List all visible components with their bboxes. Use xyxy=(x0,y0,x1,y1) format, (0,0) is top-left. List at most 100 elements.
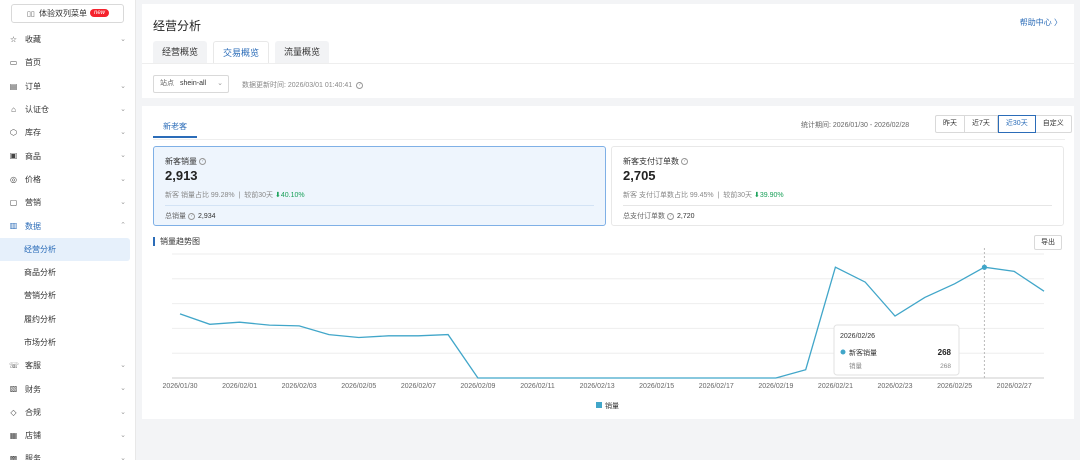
sidebar-item[interactable]: ▤ 订单 ⌄ xyxy=(0,75,136,98)
help-icon[interactable]: ? xyxy=(356,81,364,89)
sidebar-item-label: 合规 xyxy=(25,407,41,417)
x-tick-label: 2026/02/19 xyxy=(758,383,793,390)
shop-icon: ▦ xyxy=(9,431,18,441)
sidebar-subitem[interactable]: 营销分析 xyxy=(0,284,136,307)
sidebar-item-label: 商品分析 xyxy=(24,268,56,278)
site-select[interactable]: 站点 shein-all ⌄ xyxy=(153,75,229,93)
update-time: 数据更新时间: 2026/03/01 01:40:41 ? xyxy=(242,80,364,90)
sidebar-item-label: 首页 xyxy=(25,58,41,68)
sidebar-item-label: 财务 xyxy=(25,384,41,394)
update-time-text: 数据更新时间: 2026/03/01 01:40:41 xyxy=(242,82,353,89)
sidebar-item-label: 履约分析 xyxy=(24,314,56,324)
sidebar-item-label: 店铺 xyxy=(25,431,41,441)
site-value: shein-all xyxy=(180,80,207,87)
sidebar-item[interactable]: ⌂ 认证仓 ⌄ xyxy=(0,98,136,121)
tab-0[interactable]: 经营概览 xyxy=(153,41,208,63)
sidebar-item[interactable]: ☏ 客服 ⌄ xyxy=(0,354,136,377)
sidebar-item-label: 订单 xyxy=(25,81,41,91)
tooltip-row2-label: 销量 xyxy=(849,361,863,370)
x-tick-label: 2026/02/07 xyxy=(401,383,436,390)
chevron-down-icon: ⌄ xyxy=(120,105,126,113)
product-icon: ▣ xyxy=(9,151,18,161)
sidebar-item-label: 客服 xyxy=(25,361,41,371)
chevron-down-icon: ⌄ xyxy=(120,199,126,207)
sidebar-item[interactable]: ☆ 收藏 ⌄ xyxy=(0,28,136,51)
tab-bar: 经营概览 交易概览 流量概览 xyxy=(153,41,330,63)
order-icon: ▤ xyxy=(9,81,18,91)
compliance-icon: ◇ xyxy=(10,407,17,417)
dual-menu-label: 体验双列菜单 xyxy=(39,9,87,18)
sidebar-item[interactable]: ▭ 首页 xyxy=(0,51,136,74)
x-tick-label: 2026/02/15 xyxy=(639,383,674,390)
sidebar-subitem[interactable]: 商品分析 xyxy=(0,261,136,284)
tooltip-marker xyxy=(840,349,846,355)
x-tick-label: 2026/02/09 xyxy=(460,383,495,390)
chevron-down-icon: ⌄ xyxy=(120,362,126,370)
sidebar-item[interactable]: ▦ 店铺 ⌄ xyxy=(0,424,136,447)
marketing-icon: ▢ xyxy=(9,198,18,208)
tab-divider xyxy=(142,63,1074,64)
site-label: 站点 xyxy=(160,80,174,87)
chevron-down-icon: ⌄ xyxy=(120,175,126,183)
tooltip-date: 2026/02/26 xyxy=(840,333,875,340)
sidebar-subitem[interactable]: 履约分析 xyxy=(0,308,136,331)
tab-1[interactable]: 交易概览 xyxy=(213,41,270,63)
tooltip-series-value: 268 xyxy=(938,348,952,357)
warehouse-icon: ⌂ xyxy=(11,104,16,114)
chevron-down-icon: ⌄ xyxy=(120,82,126,90)
sidebar-item[interactable]: ▩ 服务 ⌄ xyxy=(0,447,136,460)
x-tick-label: 2026/02/01 xyxy=(222,383,257,390)
x-tick-label: 2026/02/13 xyxy=(580,383,615,390)
service-icon: ☏ xyxy=(9,361,20,371)
dual-menu-button[interactable]: ▯▯ 体验双列菜单 new xyxy=(11,4,124,23)
monitor-icon: ▭ xyxy=(9,58,18,68)
chevron-down-icon: ⌄ xyxy=(120,129,126,137)
sidebar-item-label: 数据 xyxy=(25,221,41,231)
chevron-down-icon: ⌄ xyxy=(120,432,126,440)
x-tick-label: 2026/02/23 xyxy=(878,383,913,390)
data-point xyxy=(981,264,988,270)
sidebar-item[interactable]: ◎ 价格 ⌄ xyxy=(0,168,136,191)
inventory-icon: ⬡ xyxy=(10,128,17,138)
legend-label: 销量 xyxy=(605,401,619,410)
sidebar-item-label: 商品 xyxy=(25,151,41,161)
sidebar-item-label: 价格 xyxy=(25,174,41,184)
tooltip-series-label: 新客销量 xyxy=(849,348,877,357)
sales-trend-chart: 2026/01/30 2026/02/01 2026/02/03 2026/02/05… xyxy=(162,248,1045,410)
tooltip-row2-value: 268 xyxy=(940,363,951,370)
x-tick-label: 2026/02/27 xyxy=(997,383,1032,390)
sidebar-item-label: 收藏 xyxy=(25,35,41,45)
sidebar-item-label: 经营分析 xyxy=(24,244,56,254)
sidebar-item[interactable]: ⬡ 库存 ⌄ xyxy=(0,121,136,144)
legend-swatch xyxy=(596,402,602,408)
chevron-down-icon: ⌄ xyxy=(217,80,223,87)
x-tick-label: 2026/02/17 xyxy=(699,383,734,390)
x-tick-label: 2026/02/03 xyxy=(282,383,317,390)
sidebar-menu: ☆ 收藏 ⌄ ▭ 首页 ▤ 订单 ⌄ ⌂ 认证仓 ⌄ ⬡ 库存 ⌄ ▣ 商品 ⌄ ◎ 价格 ⌄ ▢ 营销 ⌄ ▥ 数据 ⌃ 经营分析… xyxy=(0,28,136,460)
sidebar-item-label: 营销分析 xyxy=(24,291,56,301)
sidebar-item[interactable]: ▥ 数据 ⌃ xyxy=(0,214,136,237)
new-badge: new xyxy=(89,9,109,17)
chevron-down-icon: ⌄ xyxy=(120,152,126,160)
chevron-up-icon: ⌃ xyxy=(120,222,126,230)
sidebar-item[interactable]: ◇ 合规 ⌄ xyxy=(0,401,136,424)
x-tick-label: 2026/01/30 xyxy=(162,383,197,390)
sidebar-item[interactable]: ▧ 财务 ⌄ xyxy=(0,377,136,400)
sidebar-item-label: 认证仓 xyxy=(25,105,49,115)
services-icon: ▩ xyxy=(9,454,18,460)
tab-2[interactable]: 流量概览 xyxy=(275,41,330,63)
sidebar-item-label: 库存 xyxy=(25,128,41,138)
chevron-down-icon: ⌄ xyxy=(120,36,126,43)
help-center-link[interactable]: 帮助中心 〉 xyxy=(1020,17,1062,28)
grid-icon: ▯▯ xyxy=(27,11,35,18)
price-icon: ◎ xyxy=(10,174,17,184)
finance-icon: ▧ xyxy=(9,384,18,394)
x-tick-label: 2026/02/11 xyxy=(520,383,555,390)
sidebar-item[interactable]: ▣ 商品 ⌄ xyxy=(0,144,136,167)
sidebar-item[interactable]: ▢ 营销 ⌄ xyxy=(0,191,136,214)
sidebar-subitem[interactable]: 市场分析 xyxy=(0,331,136,354)
sidebar-subitem[interactable]: 经营分析 xyxy=(0,237,130,261)
main-card: 新老客 统计期间: 2026/01/30 - 2026/02/28 昨天 近7天近… xyxy=(142,106,1074,419)
x-tick-label: 2026/02/05 xyxy=(341,383,376,390)
page-title: 经营分析 xyxy=(153,19,202,33)
